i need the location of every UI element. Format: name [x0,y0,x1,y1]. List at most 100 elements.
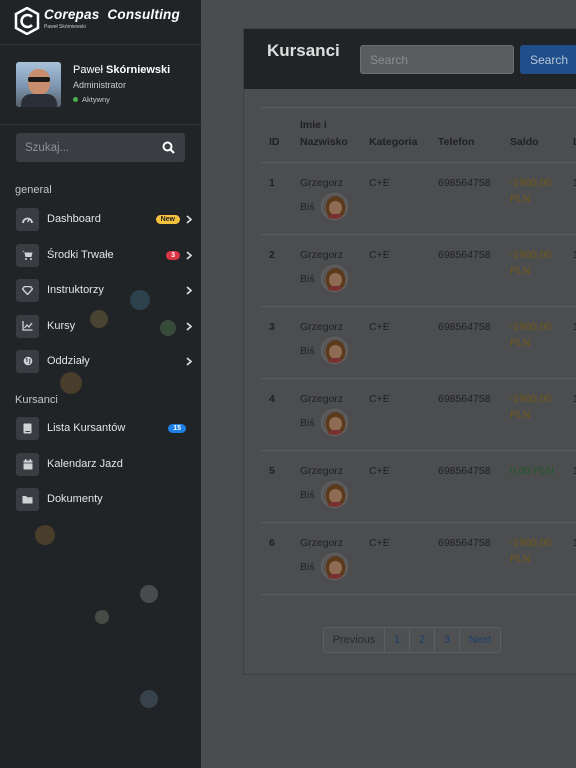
student-avatar[interactable] [320,193,348,220]
bokeh-decoration [140,585,158,603]
table-header-row: ID Imie i Nazwisko Kategoria Telefon Sal… [261,107,576,163]
column-header-extra[interactable]: L O [565,107,576,163]
cell-saldo: 0,00 PLN [502,450,565,523]
chevron-right-icon [186,356,192,366]
first-name: Grzegorz [300,465,344,477]
chevron-right-icon [186,285,192,295]
brand-sub: Paweł Skórniewski [44,24,86,30]
brand-logo: Corepas Consulting Paweł Skórniewski [14,6,180,37]
kursanci-table: ID Imie i Nazwisko Kategoria Telefon Sal… [261,107,576,595]
status-dot-icon [73,97,78,102]
table-row[interactable]: 5 Grzegorz Biś C+E 698564758 0,00 PLN 1 [261,450,576,523]
last-name: Biś [300,488,315,501]
brand-name: Corepas [44,7,100,22]
cell-phone: 698564758 [430,234,502,307]
brand-name-2: Consulting [107,7,180,22]
sidebar-search-input[interactable] [25,141,155,154]
table-row[interactable]: 4 Grzegorz Biś C+E 698564758 -1900,00 PLN 1 [261,378,576,451]
sidebar-item-kalendarz-jazd[interactable]: Kalendarz Jazd [16,452,192,476]
cell-id: 2 [261,234,292,307]
sidebar-item-dokumenty[interactable]: Dokumenty [16,487,192,511]
column-header-category[interactable]: Kategoria [361,107,430,163]
cell-extra: 1 [565,522,576,595]
search-icon[interactable] [162,141,175,154]
student-avatar[interactable] [320,337,348,364]
student-avatar[interactable] [320,481,348,508]
column-header-id[interactable]: ID [261,107,292,163]
cell-name: Grzegorz Biś [292,450,361,523]
cell-phone: 698564758 [430,306,502,379]
first-name: Grzegorz [300,177,344,189]
cell-category: C+E [361,234,430,307]
pagination-previous[interactable]: Previous [323,627,385,653]
sidebar-item-label: Kalendarz Jazd [47,458,123,470]
cell-category: C+E [361,522,430,595]
cell-category: C+E [361,378,430,451]
first-name: Grzegorz [300,321,344,333]
pagination-page-2[interactable]: 2 [409,627,435,653]
cell-id: 5 [261,450,292,523]
new-badge: New [155,214,180,224]
sidebar-item-label: Instruktorzy [47,284,104,296]
table-row[interactable]: 1 Grzegorz Biś C+E 698564758 -1900,00 PLN 1 [261,162,576,235]
sidebar-item-label: Lista Kursantów [47,422,126,434]
student-avatar[interactable] [320,265,348,292]
last-name: Biś [300,416,315,429]
chevron-right-icon [186,250,192,260]
sidebar-item-dashboard[interactable]: Dashboard New [16,207,192,231]
cell-category: C+E [361,306,430,379]
sidebar-item-srodki-trwale[interactable]: Środki Trwałe 3 [16,243,192,267]
book-icon [16,416,39,440]
student-avatar[interactable] [320,409,348,436]
profile-first-name: Paweł [73,64,103,76]
column-header-phone[interactable]: Telefon [430,107,502,163]
status-label: Aktywny [82,95,110,104]
table-row[interactable]: 2 Grzegorz Biś C+E 698564758 -1900,00 PLN 1 [261,234,576,307]
cell-id: 6 [261,522,292,595]
divider [0,124,201,125]
cell-extra: 1 [565,162,576,235]
avatar[interactable] [16,62,61,107]
last-name: Biś [300,200,315,213]
cell-name: Grzegorz Biś [292,522,361,595]
profile-role: Administrator [73,80,127,90]
folder-icon [16,487,39,511]
count-badge: 3 [166,250,180,260]
cell-id: 3 [261,306,292,379]
cell-id: 1 [261,162,292,235]
sidebar-item-instruktorzy[interactable]: Instruktorzy [16,278,192,302]
pagination-next[interactable]: Next [459,627,501,653]
chevron-right-icon [186,214,192,224]
sidebar-item-label: Dokumenty [47,493,103,505]
pagination-page-1[interactable]: 1 [384,627,410,653]
first-name: Grzegorz [300,393,344,405]
cell-extra: 1 [565,306,576,379]
cell-extra: 1 [565,450,576,523]
pagination-page-3[interactable]: 3 [434,627,460,653]
profile-last-name: Skórniewski [106,64,171,76]
sidebar-item-lista-kursantow[interactable]: Lista Kursantów 15 [16,416,192,440]
student-avatar[interactable] [320,553,348,580]
sidebar-item-oddzialy[interactable]: Oddziały [16,349,192,373]
column-header-saldo[interactable]: Saldo [502,107,565,163]
sidebar-item-label: Oddziały [47,355,90,367]
sidebar-item-kursy[interactable]: Kursy [16,314,192,338]
cart-icon [16,243,39,267]
section-general: general [15,184,52,196]
table-row[interactable]: 3 Grzegorz Biś C+E 698564758 -1900,00 PLN 1 [261,306,576,379]
first-name: Grzegorz [300,249,344,261]
cell-name: Grzegorz Biś [292,306,361,379]
last-name: Biś [300,560,315,573]
sidebar: Corepas Consulting Paweł Skórniewski Pawe… [0,0,201,768]
search-input[interactable] [360,45,514,74]
user-profile: Paweł Skórniewski Administrator Aktywny [16,62,170,107]
dashboard-gauge-icon [16,207,39,231]
cell-saldo: -1900,00 PLN [502,234,565,307]
search-button[interactable]: Search [520,45,576,74]
column-header-name[interactable]: Imie i Nazwisko [292,107,361,163]
cell-saldo: -1900,00 PLN [502,306,565,379]
table-row[interactable]: 6 Grzegorz Biś C+E 698564758 -1900,00 PLN 1 [261,522,576,595]
cell-extra: 1 [565,234,576,307]
page-title: Kursanci [267,41,340,60]
cell-phone: 698564758 [430,162,502,235]
